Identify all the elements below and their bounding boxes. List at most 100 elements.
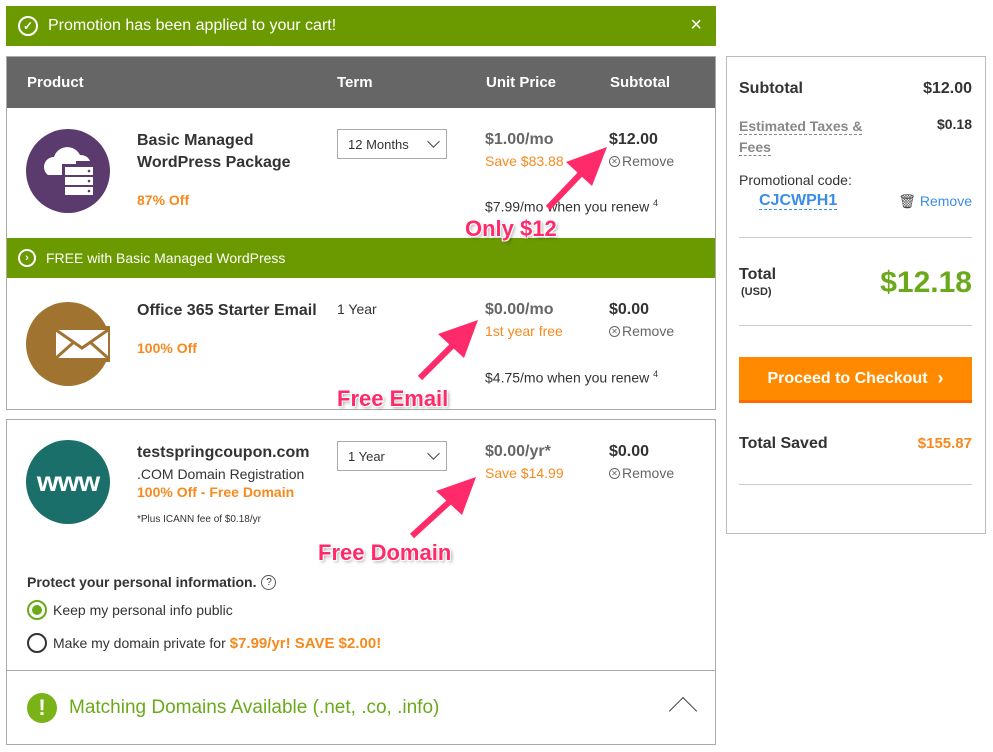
chevron-up-icon[interactable]: [668, 696, 698, 726]
radio-keep-public[interactable]: Keep my personal info public: [27, 600, 233, 620]
icann-note: *Plus ICANN fee of $0.18/yr: [137, 514, 261, 525]
remove-label: Remove: [622, 323, 675, 339]
envelope-icon: [26, 302, 112, 386]
radio-unselected[interactable]: [27, 633, 47, 653]
term-select[interactable]: 1 Year: [337, 441, 447, 471]
remove-label: Remove: [622, 465, 675, 481]
term-value: 1 Year: [348, 448, 385, 464]
savings-note: Save $14.99: [485, 465, 564, 481]
discount-label: 87% Off: [137, 192, 190, 208]
taxes-label-cont[interactable]: Fees: [739, 139, 771, 156]
close-icon[interactable]: ×: [690, 14, 702, 37]
renewal-text: $7.99/mo when you renew: [485, 198, 650, 215]
divider: [739, 484, 972, 485]
promo-label: Promotional code:: [739, 172, 852, 188]
privacy-title: Protect your personal information. ?: [27, 574, 277, 590]
domain-item-box: www testspringcoupon.com .COM Domain Reg…: [6, 419, 716, 745]
remove-circle-icon: ✕: [609, 467, 620, 479]
domain-name: testspringcoupon.com: [137, 444, 310, 461]
summary-subtotal: Subtotal $12.00: [739, 80, 972, 98]
promo-row: CJCWPH1 🗑 Remove: [739, 192, 972, 210]
item-subtotal: $0.00: [609, 443, 650, 460]
privacy-title-text: Protect your personal information.: [27, 574, 257, 590]
item-subtotal: $0.00: [609, 301, 650, 318]
summary-saved: Total Saved $155.87: [739, 435, 972, 453]
remove-label: Remove: [622, 153, 675, 169]
promo-remove-label: Remove: [919, 193, 972, 209]
trash-icon: 🗑: [898, 193, 916, 209]
renewal-note: $4.75/mo when you renew 4: [485, 369, 658, 386]
unit-price: $0.00/yr*: [485, 443, 551, 460]
product-name: Office 365 Starter Email: [137, 302, 317, 319]
cloud-server-icon: [26, 129, 110, 213]
remove-button[interactable]: ✕ Remove: [609, 465, 674, 481]
term-select[interactable]: 12 Months: [337, 129, 447, 159]
product-name: Basic Managed WordPress Package: [137, 132, 291, 171]
savings-note: 1st year free: [485, 323, 563, 339]
subtotal-value: $12.00: [923, 80, 972, 97]
help-icon[interactable]: ?: [261, 574, 277, 590]
matching-domains-toggle[interactable]: ! Matching Domains Available (.net, .co,…: [7, 670, 715, 745]
radio-selected[interactable]: [27, 600, 47, 620]
checkout-label: Proceed to Checkout: [767, 369, 928, 387]
remove-button[interactable]: ✕ Remove: [609, 153, 674, 169]
saved-value: $155.87: [917, 435, 972, 452]
domain-subtitle: .COM Domain Registration: [137, 466, 305, 482]
summary-taxes: Estimated Taxes & Fees $0.18: [739, 116, 972, 158]
www-text: www: [36, 466, 100, 497]
header-unit-price: Unit Price: [486, 74, 557, 91]
footnote-marker: 4: [653, 198, 659, 208]
radio-make-private[interactable]: Make my domain private for $7.99/yr! SAV…: [27, 633, 381, 653]
promo-code[interactable]: CJCWPH1: [759, 192, 838, 210]
cart-table: Product Term Unit Price Subtotal Basic M…: [6, 56, 716, 410]
radio-label: Keep my personal info public: [53, 602, 233, 618]
promo-remove-button[interactable]: 🗑 Remove: [898, 193, 972, 210]
header-term: Term: [337, 74, 373, 91]
annotation-free-email: Free Email: [337, 386, 449, 411]
free-bundle-text: FREE with Basic Managed WordPress: [46, 250, 286, 266]
discount-label: 100% Off: [137, 340, 197, 356]
renewal-note: $7.99/mo when you renew 4: [485, 198, 658, 215]
annotation-only-12: Only $12: [465, 216, 557, 241]
savings-note: Save $83.88: [485, 153, 564, 169]
summary-total: Total (USD) $12.18: [739, 266, 972, 299]
remove-circle-icon: ✕: [609, 155, 620, 167]
proceed-to-checkout-button[interactable]: Proceed to Checkout ›: [739, 357, 972, 403]
privacy-price: $7.99/yr! SAVE $2.00!: [229, 634, 382, 652]
item-subtotal: $12.00: [609, 131, 658, 148]
remove-button[interactable]: ✕ Remove: [609, 323, 674, 339]
promotion-message: Promotion has been applied to your cart!: [48, 17, 337, 34]
saved-label: Total Saved: [739, 435, 828, 452]
www-icon: www: [26, 440, 110, 524]
check-circle-icon: ✓: [18, 16, 38, 36]
cart-item-wordpress: Basic Managed WordPress Package 87% Off …: [7, 108, 715, 238]
table-header: Product Term Unit Price Subtotal: [7, 57, 715, 108]
radio-label: Make my domain private for: [53, 635, 226, 651]
term-value: 1 Year: [337, 301, 377, 317]
discount-label: 100% Off - Free Domain: [137, 484, 295, 500]
chevron-right-icon: ›: [937, 368, 944, 388]
free-bundle-bar: › FREE with Basic Managed WordPress: [7, 238, 715, 278]
taxes-label[interactable]: Estimated Taxes &: [739, 118, 863, 135]
renewal-text: $4.75/mo when you renew: [485, 369, 650, 386]
taxes-value: $0.18: [936, 116, 972, 132]
exclamation-icon: !: [27, 693, 57, 723]
chevron-down-icon: [427, 447, 440, 460]
matching-domains-text: Matching Domains Available (.net, .co, .…: [69, 697, 440, 718]
order-summary: Subtotal $12.00 Estimated Taxes & Fees $…: [726, 56, 986, 534]
promotion-banner: ✓ Promotion has been applied to your car…: [6, 6, 716, 46]
header-subtotal: Subtotal: [610, 74, 670, 91]
term-value: 12 Months: [348, 136, 409, 152]
chevron-right-circle-icon: ›: [18, 249, 36, 267]
annotation-free-domain: Free Domain: [318, 540, 452, 565]
header-product: Product: [27, 74, 84, 91]
unit-price: $1.00/mo: [485, 131, 554, 148]
remove-circle-icon: ✕: [609, 325, 620, 337]
divider: [739, 237, 972, 238]
subtotal-label: Subtotal: [739, 80, 803, 97]
total-value: $12.18: [880, 266, 972, 299]
divider: [739, 325, 972, 326]
footnote-marker: 4: [653, 369, 659, 379]
chevron-down-icon: [427, 135, 440, 148]
unit-price: $0.00/mo: [485, 301, 554, 318]
